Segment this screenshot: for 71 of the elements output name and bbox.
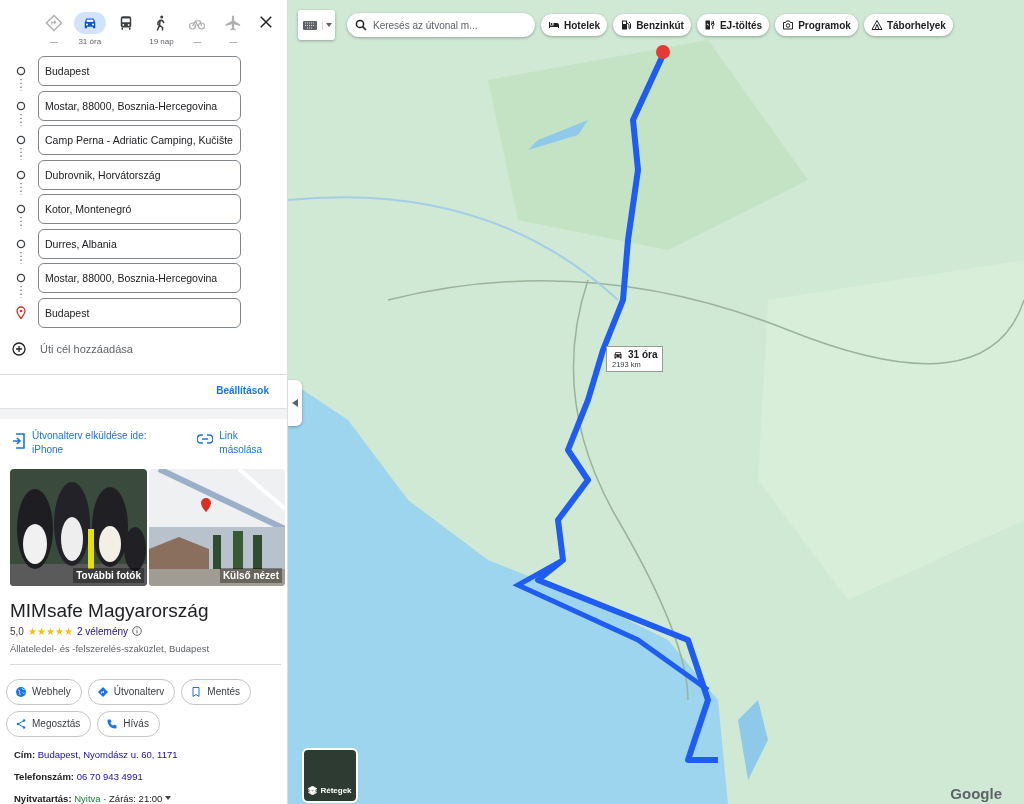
star-icon: ★ (54, 625, 64, 637)
collapse-handle[interactable] (288, 380, 302, 426)
waypoint-icon (16, 66, 26, 92)
action-button[interactable]: Hívás (97, 710, 160, 737)
category-chip[interactable]: EJ-töltés (696, 14, 770, 36)
settings-link[interactable]: Beállítások (216, 384, 269, 396)
location-field[interactable]: Budapest (38, 297, 241, 328)
action-button[interactable]: Megosztás (6, 710, 92, 737)
category-chip[interactable]: Benzinkút (613, 14, 691, 36)
action-button[interactable]: Mentés (181, 678, 252, 705)
airplane-icon (224, 14, 243, 32)
category-chip[interactable]: Programok (775, 14, 858, 36)
action-button[interactable]: Webhely (6, 678, 82, 705)
phone-icon (106, 717, 119, 730)
waypoint-icon (16, 100, 26, 127)
fuel-pump-icon (620, 19, 633, 31)
waypoint-icon (16, 238, 26, 265)
location-field[interactable]: Camp Perna - Adriatic Camping, Kučište (38, 125, 241, 155)
star-icon: ★ (45, 625, 55, 637)
action-button[interactable]: Útvonalterv (87, 678, 176, 705)
phone-line: Telefonszám: 06 70 943 4991 (14, 770, 144, 782)
diamond-arrow-icon (44, 14, 63, 32)
location-field[interactable]: Mostar, 88000, Bosznia-Hercegovina (38, 263, 241, 293)
directions-icon (96, 685, 109, 698)
location-field[interactable]: Durres, Albania (38, 228, 241, 259)
place-category: Állateledel- és -felszerelés-szaküzlet, Budapest (10, 642, 281, 665)
star-icon: ★ (27, 625, 37, 637)
waypoint-icon (16, 169, 26, 196)
location-field[interactable]: Mostar, 88000, Bosznia-Hercegovina (38, 90, 241, 121)
location-field[interactable]: Budapest (38, 56, 241, 86)
link-icon (197, 433, 214, 444)
star-icon: ★ (36, 625, 46, 637)
copy-link[interactable]: Link másolása (197, 428, 277, 457)
address-line: Cím: Budapest, Nyomdász u. 60, 1171 (14, 748, 179, 760)
send-to-device-link[interactable]: Útvonalterv elküldése ide: iPhone (12, 428, 192, 457)
share-icon (15, 717, 27, 730)
camera-icon (782, 19, 795, 31)
bookmark-icon (190, 685, 203, 698)
reviews-link[interactable]: 2 vélemény (76, 625, 129, 637)
bed-icon (548, 19, 560, 31)
add-icon[interactable] (12, 341, 26, 356)
info-icon[interactable] (132, 626, 143, 636)
star-icon: ★ (63, 625, 73, 637)
hours-line: Nyitvatartás: Nyitva · Zárás: 21:00 (14, 792, 163, 804)
category-chip[interactable]: Táborhelyek (863, 14, 953, 36)
location-field[interactable]: Kotor, Montenegró (38, 194, 241, 224)
layers-icon (308, 786, 318, 795)
keyboard-icon (303, 20, 317, 30)
charger-icon (703, 19, 716, 31)
waypoint-icon (16, 135, 26, 161)
logo: Google (950, 785, 1002, 802)
caret-icon (326, 23, 332, 27)
place-title: MIMsafe Magyarország (10, 599, 210, 622)
rating-value: 5,0 (10, 625, 24, 637)
travel-mode-tab[interactable]: 19 nap (143, 12, 180, 46)
waypoint-icon (16, 273, 26, 299)
layers-button[interactable]: Rétegek (302, 748, 358, 803)
location-field[interactable]: Dubrovnik, Horvátország (38, 159, 241, 190)
keyboard-button[interactable] (298, 10, 335, 40)
globe-icon (15, 685, 27, 698)
caret-icon[interactable] (165, 796, 172, 800)
car-icon (612, 349, 624, 360)
tent-icon (870, 19, 883, 31)
send-to-device-icon (12, 432, 26, 449)
search-field[interactable]: Keresés az útvonal m... (347, 13, 535, 37)
chevron-left-icon (292, 399, 298, 407)
waypoint-icon (16, 204, 26, 230)
category-chip[interactable]: Hotelek (541, 14, 608, 36)
location-pin-icon (16, 306, 26, 319)
photo-caption[interactable]: További fotók (73, 567, 144, 583)
photo-caption[interactable]: Külső nézet (219, 567, 282, 583)
